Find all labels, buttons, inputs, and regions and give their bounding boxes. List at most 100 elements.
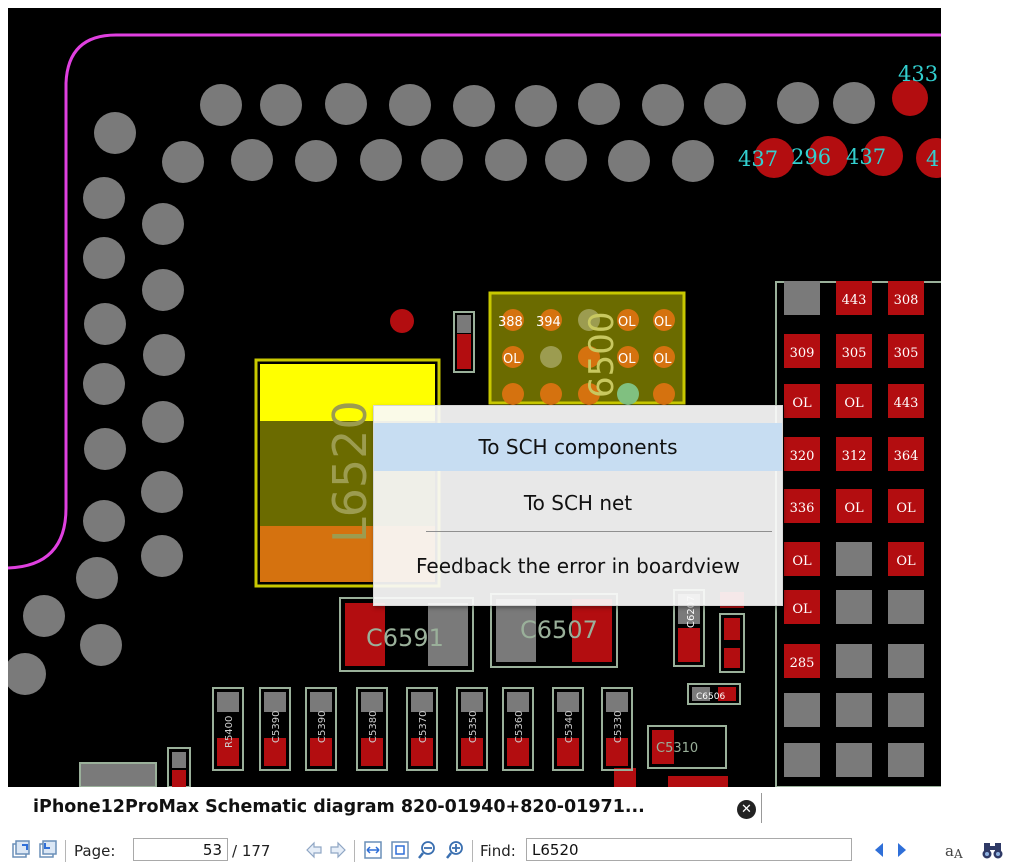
component-c5310[interactable]: C5310 (647, 725, 727, 769)
via-dot (390, 309, 414, 333)
component-pad (310, 692, 332, 712)
menu-item-feedback-error[interactable]: Feedback the error in boardview (374, 542, 782, 590)
next-page-icon[interactable] (328, 839, 348, 865)
component-pad (557, 692, 579, 712)
grid-pad-label: 308 (894, 293, 919, 308)
svg-text:C6506: C6506 (696, 692, 725, 702)
grid-pad[interactable] (836, 644, 872, 678)
bga-ball (83, 363, 125, 405)
match-case-icon[interactable]: aA (944, 839, 966, 865)
bga-ball (143, 334, 185, 376)
grid-pad[interactable] (784, 281, 820, 315)
component-c6591[interactable]: C6591 (339, 597, 474, 672)
component-cap[interactable] (719, 613, 745, 673)
component-pad (461, 692, 483, 712)
net-number-label: 437 (738, 147, 778, 171)
close-tab-icon[interactable]: ✕ (737, 800, 756, 819)
grid-pad-label: 309 (790, 346, 815, 361)
component-label: C5390 (317, 711, 328, 743)
bottom-toolbar: Page: 53 / 177 Find: L6520 aA (0, 835, 1025, 866)
zoom-out-icon[interactable] (416, 839, 438, 865)
grid-pad[interactable] (836, 743, 872, 777)
page-number-input[interactable]: 53 (133, 838, 228, 861)
bga-ball (231, 139, 273, 181)
export-page-icon[interactable] (10, 839, 32, 865)
toolbar-separator (65, 840, 66, 862)
grid-pad[interactable] (836, 590, 872, 624)
component-pad (172, 752, 186, 768)
component-c6506[interactable]: C6506 (687, 683, 741, 705)
bga-ball (360, 139, 402, 181)
find-next-icon[interactable] (893, 839, 911, 865)
binoculars-icon[interactable] (981, 839, 1005, 865)
bga-ball (515, 85, 557, 127)
bga-ball (23, 595, 65, 637)
grid-pad-label: OL (844, 501, 864, 516)
component-c6510[interactable] (453, 311, 475, 373)
grid-pad[interactable] (888, 590, 924, 624)
svg-text:OL: OL (654, 315, 672, 330)
grid-pad-label: 312 (842, 449, 867, 464)
component-pad (507, 692, 529, 712)
context-menu: To SCH components To SCH net Feedback th… (373, 405, 783, 606)
component-label: R5400 (224, 716, 235, 748)
boardview-canvas[interactable]: 433 437 296 437 4 L6520 388 394 OL OL OL… (8, 8, 941, 787)
find-previous-icon[interactable] (870, 839, 888, 865)
grid-pad-label: OL (896, 554, 916, 569)
fit-page-icon[interactable] (389, 839, 411, 865)
find-label: Find: (480, 842, 516, 860)
grid-pad[interactable] (784, 693, 820, 727)
menu-item-to-sch-components[interactable]: To SCH components (374, 423, 782, 471)
previous-page-icon[interactable] (304, 839, 324, 865)
bga-ball (704, 83, 746, 125)
grid-pad-label: OL (792, 396, 812, 411)
svg-text:394: 394 (536, 315, 561, 330)
board-drawing[interactable]: 433 437 296 437 4 L6520 388 394 OL OL OL… (8, 8, 941, 787)
component-label: C5380 (368, 711, 379, 743)
fit-width-icon[interactable] (362, 839, 384, 865)
grid-pad[interactable] (888, 743, 924, 777)
zoom-in-icon[interactable] (444, 839, 466, 865)
grid-pad-label: 285 (790, 656, 815, 671)
grid-pad[interactable] (836, 542, 872, 576)
menu-separator (426, 531, 772, 532)
net-number-label: 4 (926, 147, 939, 171)
grid-pad[interactable] (836, 693, 872, 727)
bga-ball (84, 303, 126, 345)
svg-text:C5310: C5310 (656, 741, 698, 756)
svg-text:A: A (953, 847, 963, 861)
find-input[interactable]: L6520 (526, 838, 852, 861)
grid-pad[interactable] (888, 644, 924, 678)
bga-ball (200, 84, 242, 126)
component-pad (668, 776, 728, 787)
grid-pad[interactable] (888, 693, 924, 727)
grid-pad-label: OL (792, 554, 812, 569)
bga-ball (642, 84, 684, 126)
grid-pad-label: 443 (894, 396, 919, 411)
grid-pad-label: 336 (790, 501, 815, 516)
document-tab-title[interactable]: iPhone12ProMax Schematic diagram 820-019… (33, 797, 645, 817)
bga-ball (608, 140, 650, 182)
bga-ball (453, 85, 495, 127)
component-label: C5360 (514, 711, 525, 743)
document-tab-bar: iPhone12ProMax Schematic diagram 820-019… (0, 787, 1025, 829)
bga-ball (83, 237, 125, 279)
bga-ball (142, 269, 184, 311)
bga-ball (142, 203, 184, 245)
menu-item-to-sch-net[interactable]: To SCH net (374, 479, 782, 527)
bga-ball (80, 624, 122, 666)
import-page-icon[interactable] (37, 839, 59, 865)
page-total: / 177 (232, 842, 271, 860)
page-label: Page: (74, 842, 116, 860)
bga-ball (833, 82, 875, 124)
bga-ball (295, 140, 337, 182)
toolbar-separator (472, 840, 473, 862)
svg-text:OL: OL (503, 352, 521, 367)
component-pad (264, 692, 286, 712)
svg-text:a: a (945, 842, 954, 860)
component-chip-6500[interactable]: 388 394 OL OL OL OL OL 6500 (488, 291, 686, 405)
grid-pad[interactable] (784, 743, 820, 777)
svg-text:OL: OL (654, 352, 672, 367)
bga-ball (8, 653, 46, 695)
bga-ball (485, 139, 527, 181)
